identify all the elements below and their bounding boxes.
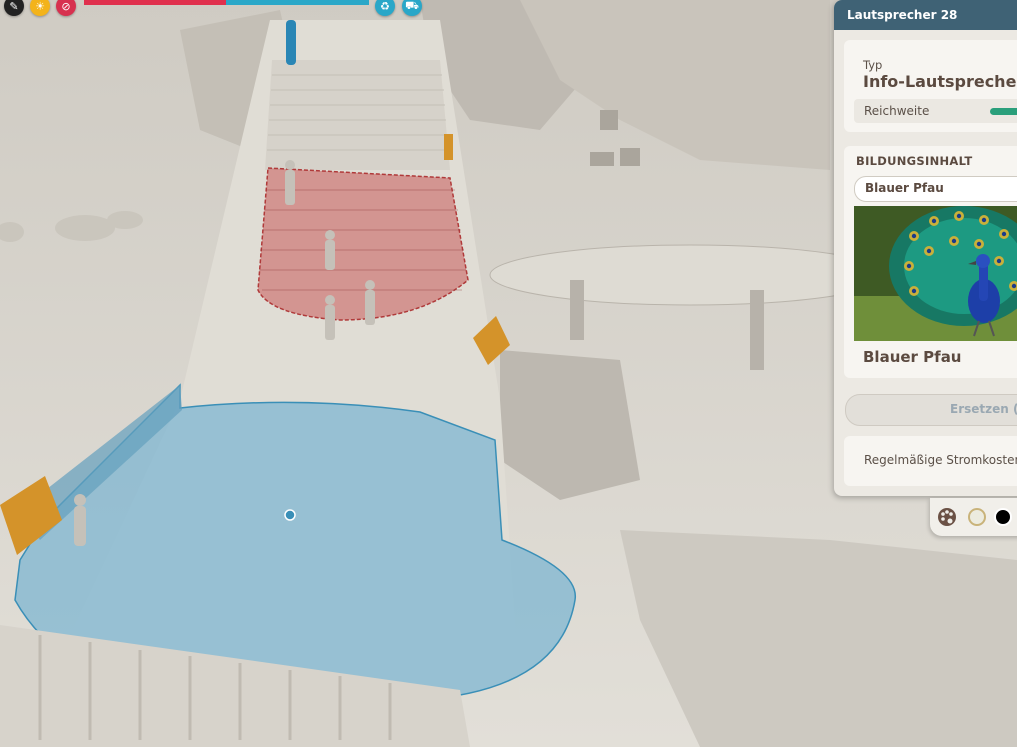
image-caption: Blauer Pfau xyxy=(863,348,962,366)
stairs xyxy=(265,60,450,170)
sun-icon[interactable]: ☀ xyxy=(30,0,50,16)
power-cost-label: Regelmäßige Stromkosten xyxy=(864,453,1017,467)
structure xyxy=(620,148,640,166)
top-hud: ✎ ☀ ⊘ ♻ ⛟ xyxy=(0,0,430,20)
animal xyxy=(55,215,115,241)
structure xyxy=(590,152,614,166)
palette-icon[interactable] xyxy=(937,507,957,527)
no-entry-icon[interactable]: ⊘ xyxy=(56,0,76,16)
panel-title: Lautsprecher 28 xyxy=(834,0,1017,30)
range-slider-row[interactable]: Reichweite xyxy=(854,99,1017,123)
peacock-image xyxy=(854,206,1017,341)
section-title: BILDUNGSINHALT xyxy=(856,154,973,168)
pillar xyxy=(750,290,764,370)
type-value: Info-Lautsprecher xyxy=(863,72,1017,91)
speaker-marker xyxy=(284,509,296,521)
replace-button-label: Ersetzen ($ xyxy=(950,402,1017,416)
ecology-icon[interactable]: ♻ xyxy=(375,0,395,16)
brush-icon[interactable]: ✎ xyxy=(4,0,24,16)
pillar xyxy=(570,280,584,340)
status-bar-red xyxy=(84,0,226,5)
platform xyxy=(489,244,891,306)
cart-icon[interactable]: ⛟ xyxy=(402,0,422,16)
range-slider-track[interactable] xyxy=(990,108,1017,115)
content-dropdown-value: Blauer Pfau xyxy=(865,181,944,195)
replace-button[interactable]: Ersetzen ($ xyxy=(845,394,1017,426)
animal xyxy=(107,211,143,229)
range-label: Reichweite xyxy=(864,104,930,118)
info-sign xyxy=(444,134,453,160)
blue-post xyxy=(286,20,296,65)
color-swatch-light[interactable] xyxy=(968,508,986,526)
structure xyxy=(600,110,618,130)
content-dropdown[interactable]: Blauer Pfau xyxy=(854,176,1017,202)
type-label: Typ xyxy=(863,58,883,72)
status-bar-blue xyxy=(226,0,369,5)
color-swatch-bar xyxy=(930,498,1017,536)
color-swatch-black[interactable] xyxy=(994,508,1012,526)
